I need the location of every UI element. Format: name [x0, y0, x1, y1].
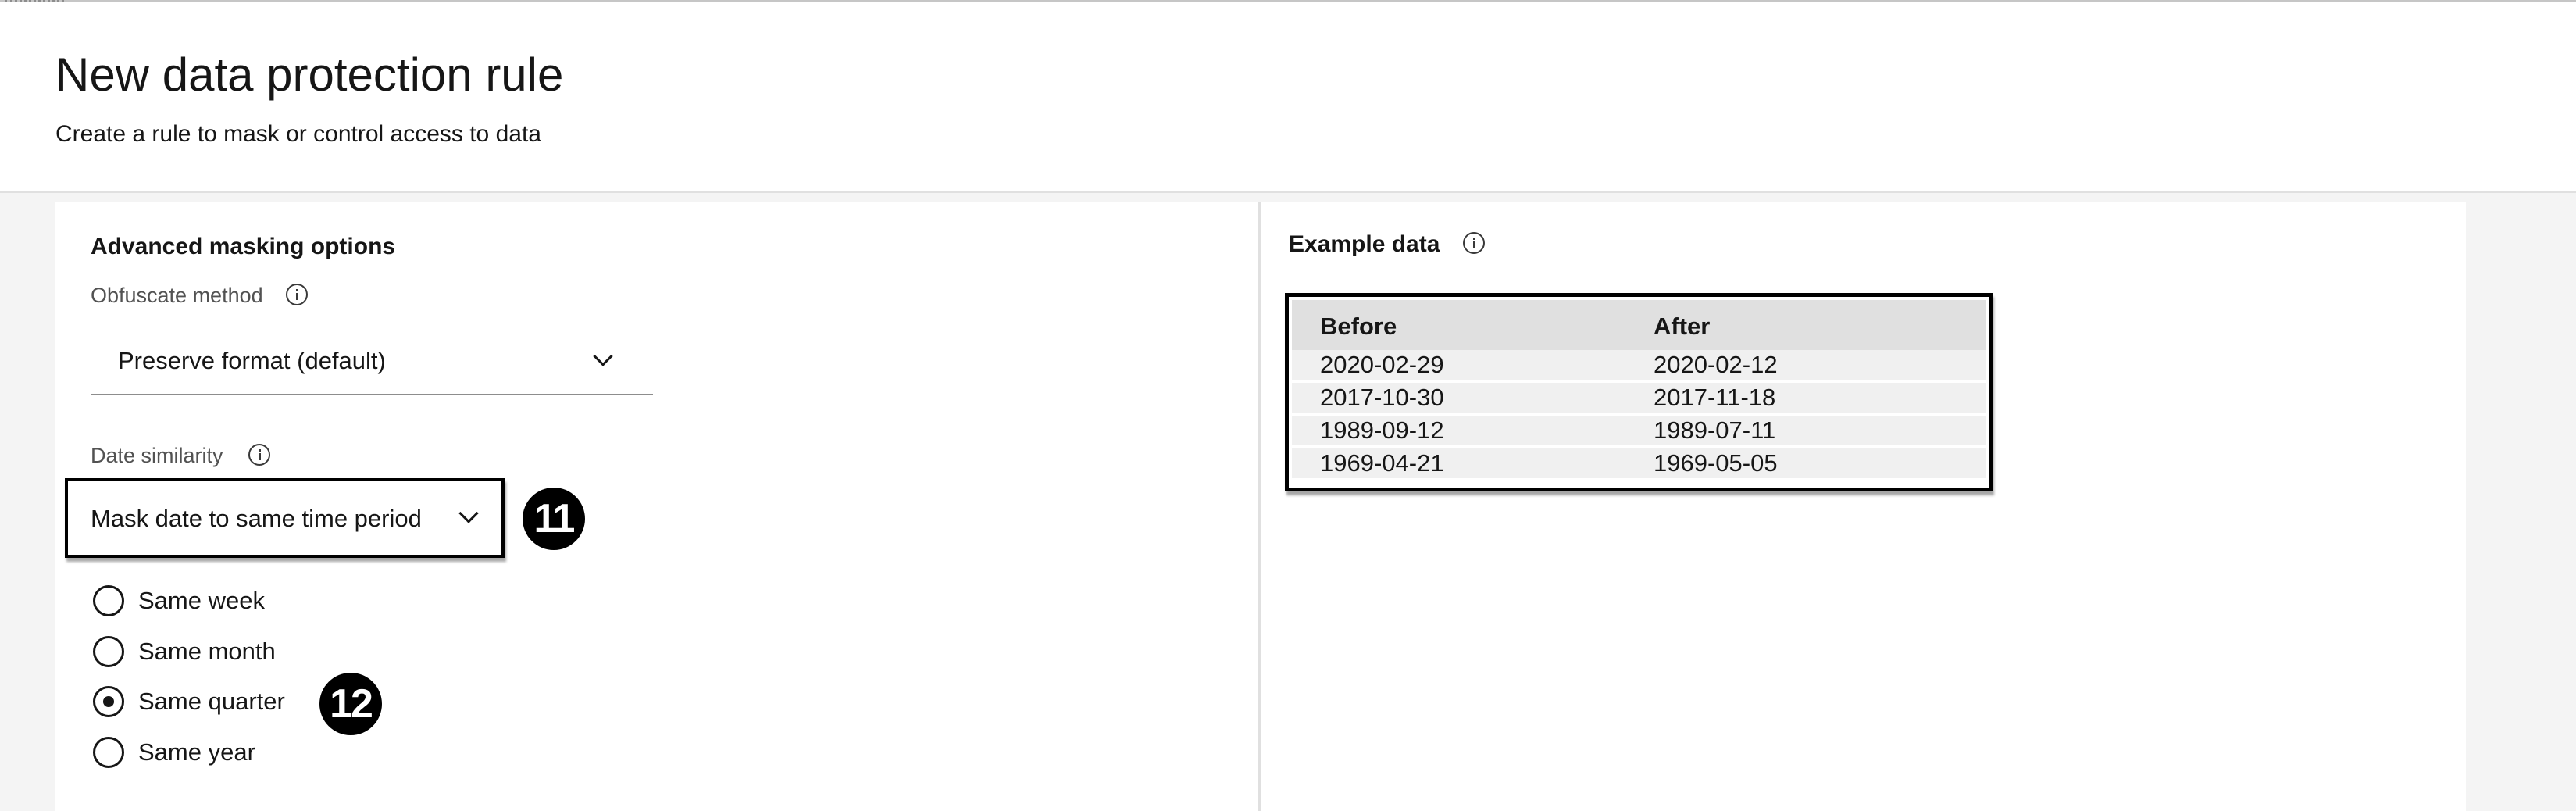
advanced-masking-title: Advanced masking options [91, 234, 396, 259]
cell-after: 2017-11-18 [1654, 384, 1776, 411]
table-row: 1989-09-12 1989-07-11 [1292, 416, 1986, 447]
table-row: 2020-02-29 2020-02-12 [1292, 350, 1986, 381]
obfuscate-method-select[interactable]: Preserve format (default) [91, 328, 653, 395]
obfuscate-method-value: Preserve format (default) [118, 347, 386, 374]
date-similarity-info-icon[interactable] [248, 444, 270, 466]
radio-same-quarter[interactable] [93, 686, 124, 717]
cell-after: 2020-02-12 [1654, 351, 1778, 378]
column-header-after: After [1654, 313, 1711, 340]
radio-same-month[interactable] [93, 636, 124, 667]
radio-label-same-quarter: Same quarter [138, 688, 285, 715]
radio-label-same-week: Same week [138, 587, 265, 614]
column-header-before: Before [1320, 313, 1397, 340]
cell-after: 1969-05-05 [1654, 449, 1778, 477]
radio-same-week[interactable] [93, 585, 124, 616]
date-similarity-label: Date similarity [91, 444, 223, 467]
page-subtitle: Create a rule to mask or control access … [55, 121, 541, 147]
table-header: Before After [1292, 300, 1986, 350]
cell-before: 1989-09-12 [1320, 416, 1444, 444]
cell-before: 2020-02-29 [1320, 351, 1444, 378]
date-similarity-value: Mask date to same time period [91, 505, 422, 532]
callout-badge-12: 12 [319, 673, 382, 735]
table-row: 1969-04-21 1969-05-05 [1292, 448, 1986, 480]
cell-after: 1989-07-11 [1654, 416, 1776, 444]
radio-label-same-month: Same month [138, 638, 276, 665]
example-data-table: Before After 2020-02-29 2020-02-12 2017-… [1285, 293, 1993, 491]
radio-same-year[interactable] [93, 737, 124, 768]
cell-before: 1969-04-21 [1320, 449, 1444, 477]
obfuscate-method-label: Obfuscate method [91, 284, 263, 307]
chevron-down-icon [458, 503, 479, 523]
chevron-down-icon [593, 346, 613, 366]
example-data-title: Example data [1289, 231, 1440, 257]
example-data-info-icon[interactable] [1463, 232, 1485, 254]
page-title: New data protection rule [55, 48, 564, 101]
radio-label-same-year: Same year [138, 738, 255, 766]
page-header: New data protection rule Create a rule t… [0, 2, 2576, 193]
date-similarity-select[interactable]: Mask date to same time period [65, 478, 505, 558]
obfuscate-info-icon[interactable] [286, 284, 308, 305]
callout-badge-11: 11 [523, 488, 585, 550]
cell-before: 2017-10-30 [1320, 384, 1444, 411]
table-row: 2017-10-30 2017-11-18 [1292, 383, 1986, 414]
